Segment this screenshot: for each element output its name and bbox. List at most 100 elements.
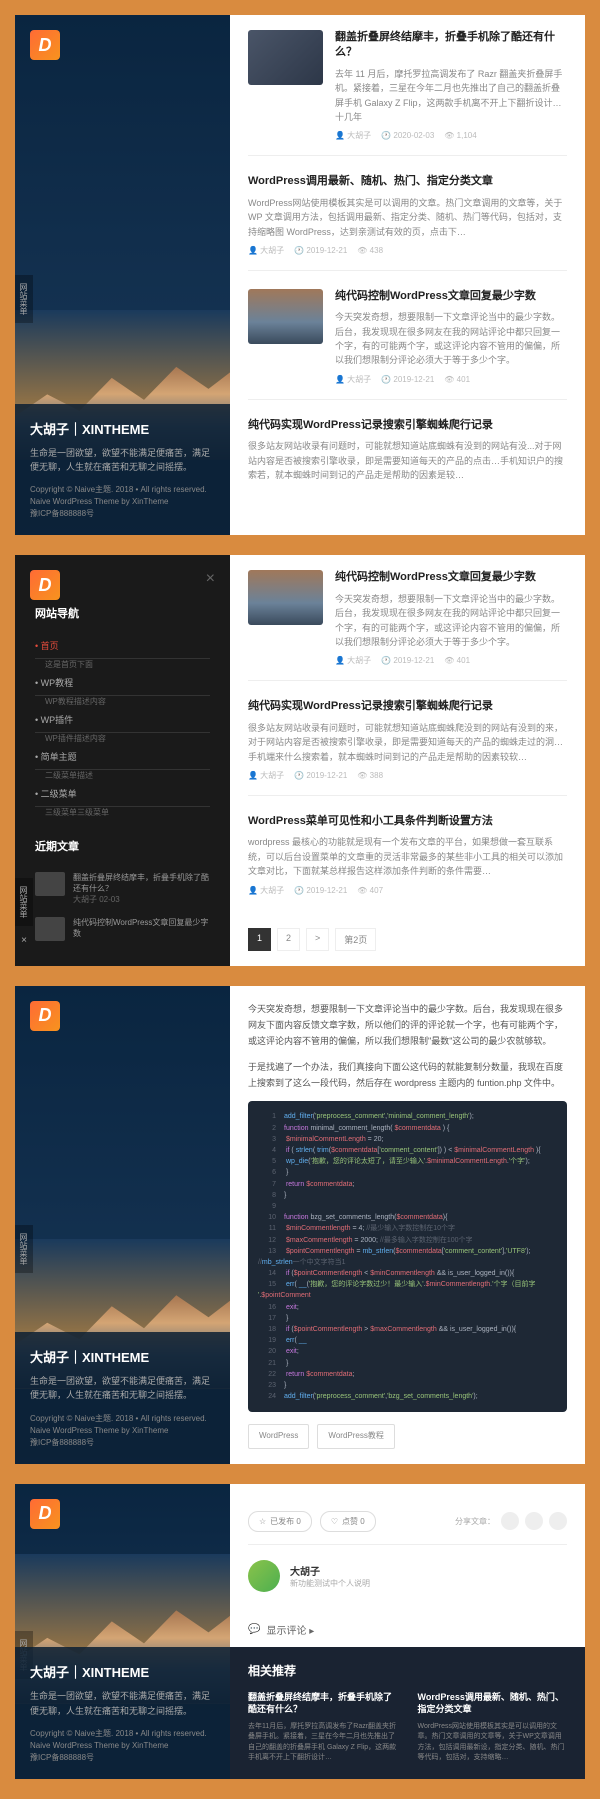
tag[interactable]: WordPress	[248, 1424, 309, 1448]
avatar[interactable]	[248, 1560, 280, 1592]
code-line: 2function minimal_comment_length( $comme…	[258, 1123, 557, 1134]
page-last[interactable]: 第2页	[335, 928, 376, 951]
recent-title: 近期文章	[35, 838, 210, 854]
screen-blog-list: D 网站菜单 大胡子｜XINTHEME 生命是一团欲望，欲望不能满足便痛苦，满足…	[15, 15, 585, 535]
views: 👁 401	[444, 375, 470, 384]
share-label: 分享文章：	[455, 1516, 495, 1527]
post-title[interactable]: 纯代码控制WordPress文章回复最少字数	[335, 570, 567, 585]
post-thumb	[248, 289, 323, 344]
post-title[interactable]: 纯代码控制WordPress文章回复最少字数	[335, 289, 567, 304]
menu-close-icon[interactable]: ×	[15, 935, 33, 946]
page-2[interactable]: 2	[277, 928, 300, 951]
recent-posts: 近期文章 翻盖折叠屏终结摩丰，折叠手机除了酷还有什么？大胡子 02-03纯代码控…	[35, 838, 210, 947]
code-line: 12 $maxCommentlength = 2000; //最多输入字数控制在…	[258, 1235, 557, 1246]
code-line: 15 err( __('抱歉，您的评论字数过少！最少输入'.$minCommen…	[258, 1279, 557, 1301]
related-item[interactable]: 翻盖折叠屏终结摩丰，折叠手机除了酷还有什么？ 去年11月后，摩托罗拉高调发布了R…	[248, 1691, 398, 1764]
code-line: 19 err( __	[258, 1335, 557, 1346]
post-excerpt: 今天突发奇想，想要限制一下文章评论当中的最少字数。后台，我发现现在很多网友在我的…	[335, 592, 567, 650]
recent-item[interactable]: 翻盖折叠屏终结摩丰，折叠手机除了酷还有什么？大胡子 02-03	[35, 866, 210, 911]
nav-sub: 三级菜单三级菜单	[35, 807, 210, 818]
article-tags: WordPress WordPress教程	[248, 1424, 567, 1448]
site-info: 大胡子｜XINTHEME 生命是一团欲望，欲望不能满足便痛苦，满足便无聊，人生就…	[15, 1332, 230, 1464]
views: 👁 438	[357, 246, 383, 255]
code-block: 1add_filter('preprocess_comment','minima…	[248, 1101, 567, 1412]
nav-title: 网站导航	[35, 605, 210, 621]
code-line: 22 return $commentdata;	[258, 1369, 557, 1380]
article-body: 今天突发奇想，想要限制一下文章评论当中的最少字数。后台，我发现现在很多网友下面内…	[230, 986, 585, 1464]
post-item: 纯代码控制WordPress文章回复最少字数今天突发奇想，想要限制一下文章评论当…	[248, 570, 567, 681]
nav-item[interactable]: • WP教程	[35, 670, 210, 696]
post-title[interactable]: 翻盖折叠屏终结摩丰，折叠手机除了酷还有什么？	[335, 30, 567, 61]
recent-item[interactable]: 纯代码控制WordPress文章回复最少字数	[35, 911, 210, 947]
nav-item[interactable]: • 简单主题	[35, 744, 210, 770]
bookmark-button[interactable]: ☆已发布 0	[248, 1511, 312, 1532]
tag[interactable]: WordPress教程	[317, 1424, 394, 1448]
author-icon: 👤 大胡子	[248, 771, 284, 780]
code-line: 24add_filter('preprocess_comment','bzg_s…	[258, 1391, 557, 1402]
date: 🕐 2019-12-21	[294, 886, 347, 895]
nav-sub: 二级菜单描述	[35, 770, 210, 781]
share-wechat-icon[interactable]	[525, 1512, 543, 1530]
nav-item[interactable]: • WP插件	[35, 707, 210, 733]
page-next[interactable]: >	[306, 928, 329, 951]
nav-sub: WP插件描述内容	[35, 733, 210, 744]
comments-toggle[interactable]: 💬显示评论 ▸	[248, 1612, 567, 1647]
nav-item[interactable]: • 首页	[35, 633, 210, 659]
views: 👁 401	[444, 656, 470, 665]
code-line: 23}	[258, 1380, 557, 1391]
post-meta: 👤 大胡子🕐 2020-02-03👁 1,104	[335, 130, 567, 141]
author-desc: 新功能测试中个人说明	[290, 1578, 370, 1589]
page-current[interactable]: 1	[248, 928, 271, 951]
post-title[interactable]: 纯代码实现WordPress记录搜索引擎蜘蛛爬行记录	[248, 418, 567, 433]
screen-article: D 网站菜单 大胡子｜XINTHEME 生命是一团欲望，欲望不能满足便痛苦，满足…	[15, 986, 585, 1464]
post-meta: 👤 大胡子 🕐 2019-12-21 👁 401	[335, 374, 567, 385]
code-line: 7 return $commentdata;	[258, 1179, 557, 1190]
like-button[interactable]: ♡点赞 0	[320, 1511, 376, 1532]
code-line: 9	[258, 1201, 557, 1212]
nav-sub: WP教程描述内容	[35, 696, 210, 707]
code-line: 16 exit;	[258, 1302, 557, 1313]
site-title: 大胡子｜XINTHEME	[30, 1662, 215, 1681]
views: 👁 388	[357, 771, 383, 780]
menu-tab[interactable]: 网站菜单	[15, 1225, 33, 1273]
menu-tab[interactable]: 网站菜单	[15, 275, 33, 323]
logo[interactable]: D	[30, 1001, 60, 1031]
menu-tab[interactable]: 网站菜单	[15, 878, 33, 926]
nav-item[interactable]: • 二级菜单	[35, 781, 210, 807]
post-meta: 👤 大胡子🕐 2019-12-21👁 438	[248, 245, 567, 256]
logo[interactable]: D	[30, 30, 60, 60]
code-line: 8}	[258, 1190, 557, 1201]
code-line: 3 $minimalCommentLength = 20;	[258, 1134, 557, 1145]
sidebar-nav: D × 网站菜单 × 网站导航 • 首页这是首页下面• WP教程WP教程描述内容…	[15, 555, 230, 965]
comment-icon: 💬	[248, 1624, 260, 1635]
share-weibo-icon[interactable]	[501, 1512, 519, 1530]
close-icon[interactable]: ×	[206, 570, 215, 588]
copyright: Copyright © Naive主题. 2018 • All rights r…	[30, 484, 215, 520]
share-qq-icon[interactable]	[549, 1512, 567, 1530]
code-line: 17 }	[258, 1313, 557, 1324]
date: 🕐 2019-12-21	[381, 375, 434, 384]
site-desc: 生命是一团欲望，欲望不能满足便痛苦，满足便无聊，人生就在痛苦和无聊之间摇摆。	[30, 1689, 215, 1718]
related-title: 相关推荐	[248, 1662, 567, 1679]
logo[interactable]: D	[30, 570, 60, 600]
post-meta: 👤 大胡子🕐 2019-12-21👁 401	[335, 655, 567, 666]
main-content: ☆已发布 0 ♡点赞 0 分享文章： 大胡子 新功能测试中个人说明 💬显示评论 …	[230, 1484, 585, 1779]
post-title[interactable]: 纯代码实现WordPress记录搜索引擎蜘蛛爬行记录	[248, 699, 567, 714]
nav-panel: 网站导航 • 首页这是首页下面• WP教程WP教程描述内容• WP插件WP插件描…	[15, 555, 230, 962]
pagination: 1 2 > 第2页	[248, 928, 567, 951]
post-title[interactable]: WordPress菜单可见性和小工具条件判断设置方法	[248, 814, 567, 829]
related-item[interactable]: WordPress调用最新、随机、热门、指定分类文章 WordPress网站使用…	[418, 1691, 568, 1764]
site-title: 大胡子｜XINTHEME	[30, 1347, 215, 1366]
site-desc: 生命是一团欲望，欲望不能满足便痛苦，满足便无聊，人生就在痛苦和无聊之间摇摆。	[30, 446, 215, 475]
post-title[interactable]: WordPress调用最新、随机、热门、指定分类文章	[248, 174, 567, 189]
author-icon: 👤 大胡子	[335, 375, 371, 384]
recent-thumb	[35, 917, 65, 941]
logo[interactable]: D	[30, 1499, 60, 1529]
copyright: Copyright © Naive主题. 2018 • All rights r…	[30, 1728, 215, 1764]
article-actions: ☆已发布 0 ♡点赞 0 分享文章：	[248, 1499, 567, 1545]
post-excerpt: 去年 11 月后，摩托罗拉高调发布了 Razr 翻盖夹折叠屏手机。紧接着，三星在…	[335, 67, 567, 125]
heart-icon: ♡	[331, 1517, 338, 1526]
site-desc: 生命是一团欲望，欲望不能满足便痛苦，满足便无聊，人生就在痛苦和无聊之间摇摆。	[30, 1374, 215, 1403]
site-title: 大胡子｜XINTHEME	[30, 419, 215, 438]
sidebar: D 网站菜单 大胡子｜XINTHEME 生命是一团欲望，欲望不能满足便痛苦，满足…	[15, 1484, 230, 1779]
